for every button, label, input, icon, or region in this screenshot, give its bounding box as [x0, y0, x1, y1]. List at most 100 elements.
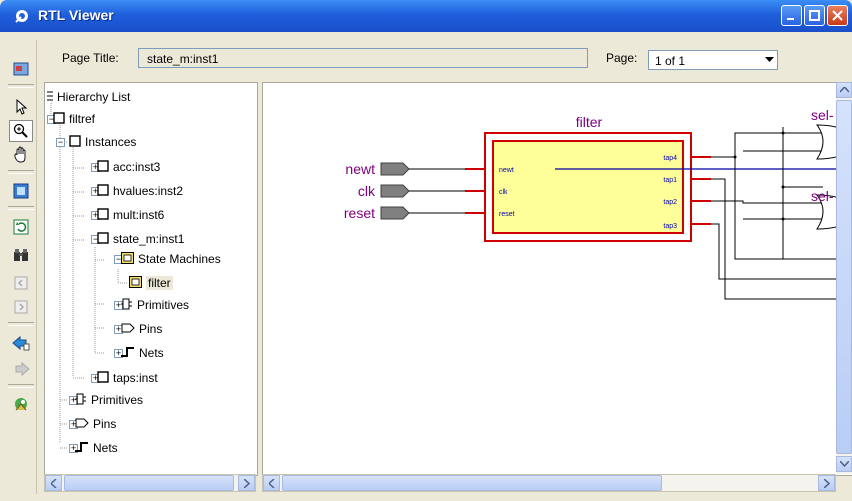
hierarchy-panel: Hierarchy List − filtref − Instances + a… [44, 82, 258, 476]
page-select-value: 1 of 1 [655, 54, 686, 68]
collapse-icon[interactable] [9, 272, 33, 294]
schematic-horizontal-scrollbar[interactable] [262, 474, 836, 492]
instance-icon [97, 370, 109, 386]
back-icon[interactable] [9, 332, 33, 354]
chevron-down-icon[interactable] [761, 51, 777, 69]
input-pin[interactable] [380, 184, 410, 198]
refresh-icon[interactable] [9, 216, 33, 238]
tree-node-instances[interactable]: Instances [69, 132, 136, 152]
app-icon [15, 10, 28, 23]
scroll-thumb[interactable] [282, 475, 662, 491]
pointer-icon[interactable] [9, 96, 33, 118]
instance-icon [97, 183, 109, 199]
instance-icon [97, 207, 109, 223]
net-icon [75, 441, 89, 455]
tree-node-acc[interactable]: acc:inst3 [97, 157, 160, 177]
forward-icon[interactable] [9, 358, 33, 380]
schematic-drawing: newt clk reset filter newt clk reset tap… [344, 107, 852, 300]
pin-icon [121, 322, 135, 336]
state-machine-icon [121, 251, 134, 267]
chevron-down-icon [839, 461, 849, 467]
sel-label-2: sel- [811, 188, 834, 204]
input-pin[interactable] [380, 206, 410, 220]
maximize-button[interactable] [804, 5, 825, 26]
minimize-button[interactable] [781, 5, 802, 26]
scroll-right-button[interactable] [238, 475, 255, 491]
state-machine-icon [129, 275, 142, 291]
tree-node-label: Hierarchy List [57, 90, 131, 104]
tree-node-filtref[interactable]: filtref [53, 109, 95, 129]
scroll-thumb[interactable] [64, 475, 234, 491]
page-bar: Page Title: state_m:inst1 Page: 1 of 1 [44, 40, 852, 74]
block-name-label: filter [576, 114, 603, 130]
tree-node-filter[interactable]: filter [129, 273, 173, 293]
find-icon[interactable] [9, 244, 33, 266]
window-title: RTL Viewer [38, 7, 114, 23]
title-bar[interactable]: RTL Viewer [0, 0, 852, 32]
rtl-viewer-window: RTL Viewer Page Title: state_m:inst1 Pag… [0, 0, 852, 501]
tree-node-nets-root[interactable]: Nets [75, 438, 118, 458]
page-title-label: Page Title: [62, 51, 119, 65]
scroll-left-button[interactable] [263, 475, 280, 491]
page-select[interactable]: 1 of 1 [648, 50, 778, 70]
minimize-icon [787, 18, 794, 20]
expand-icon[interactable] [9, 296, 33, 318]
primitive-icon [121, 298, 133, 313]
tree-node-taps[interactable]: taps:inst [97, 368, 158, 388]
input-label-newt: newt [345, 161, 375, 177]
tree-node-mult[interactable]: mult:inst6 [97, 205, 164, 225]
tree-node-pins[interactable]: Pins [121, 319, 162, 339]
export-icon[interactable] [9, 58, 33, 80]
net-icon [121, 346, 135, 360]
instance-icon [53, 111, 65, 127]
pin-icon [75, 417, 89, 431]
input-pin[interactable] [380, 162, 410, 176]
hand-icon[interactable] [9, 144, 33, 166]
scroll-up-button[interactable] [836, 82, 852, 98]
close-button[interactable] [827, 5, 848, 26]
scroll-left-button[interactable] [45, 475, 62, 491]
run-icon[interactable] [9, 394, 33, 416]
port-label-clk: clk [499, 189, 508, 196]
tree-node-state-machines[interactable]: State Machines [121, 249, 221, 269]
tree-node-pins-root[interactable]: Pins [75, 414, 116, 434]
scroll-thumb[interactable] [836, 100, 852, 454]
schematic-canvas[interactable]: newt clk reset filter newt clk reset tap… [262, 82, 852, 476]
hierarchy-icon [47, 90, 53, 104]
chevron-up-icon [839, 87, 849, 93]
port-label-newt: newt [499, 167, 514, 174]
close-icon [832, 10, 843, 21]
port-label-reset: reset [499, 211, 515, 218]
tree-node-state-m[interactable]: state_m:inst1 [97, 229, 184, 249]
input-label-reset: reset [344, 205, 375, 221]
scroll-right-button[interactable] [818, 475, 835, 491]
zoom-icon[interactable] [9, 120, 33, 142]
fit-window-icon[interactable] [9, 180, 33, 202]
scroll-down-button[interactable] [836, 456, 852, 472]
tree-root[interactable]: Hierarchy List [47, 87, 130, 107]
port-label-tap2: tap2 [663, 199, 677, 206]
port-label-tap3: tap3 [663, 223, 677, 230]
filter-block-body [492, 140, 684, 234]
chevron-left-icon [50, 478, 57, 488]
input-label-clk: clk [358, 183, 376, 199]
sel-label-1: sel- [811, 107, 834, 123]
tree-node-nets[interactable]: Nets [121, 343, 164, 363]
input-pins: newt clk reset [344, 161, 410, 221]
tree-node-hvalues[interactable]: hvalues:inst2 [97, 181, 183, 201]
tool-palette [6, 40, 37, 494]
page-label: Page: [606, 51, 638, 65]
primitive-icon [75, 393, 87, 408]
chevron-right-icon [823, 478, 830, 488]
instance-icon [69, 134, 81, 150]
hierarchy-horizontal-scrollbar[interactable] [44, 474, 256, 492]
collapse-toggle[interactable]: − [56, 138, 65, 147]
instance-icon [97, 159, 109, 175]
tree-node-primitives[interactable]: Primitives [121, 295, 189, 315]
instance-icon [97, 231, 109, 247]
tree-node-primitives-root[interactable]: Primitives [75, 390, 143, 410]
port-label-tap4: tap4 [663, 155, 677, 162]
maximize-icon [809, 10, 820, 21]
schematic-vertical-scrollbar[interactable] [836, 82, 852, 474]
chevron-right-icon [243, 478, 250, 488]
